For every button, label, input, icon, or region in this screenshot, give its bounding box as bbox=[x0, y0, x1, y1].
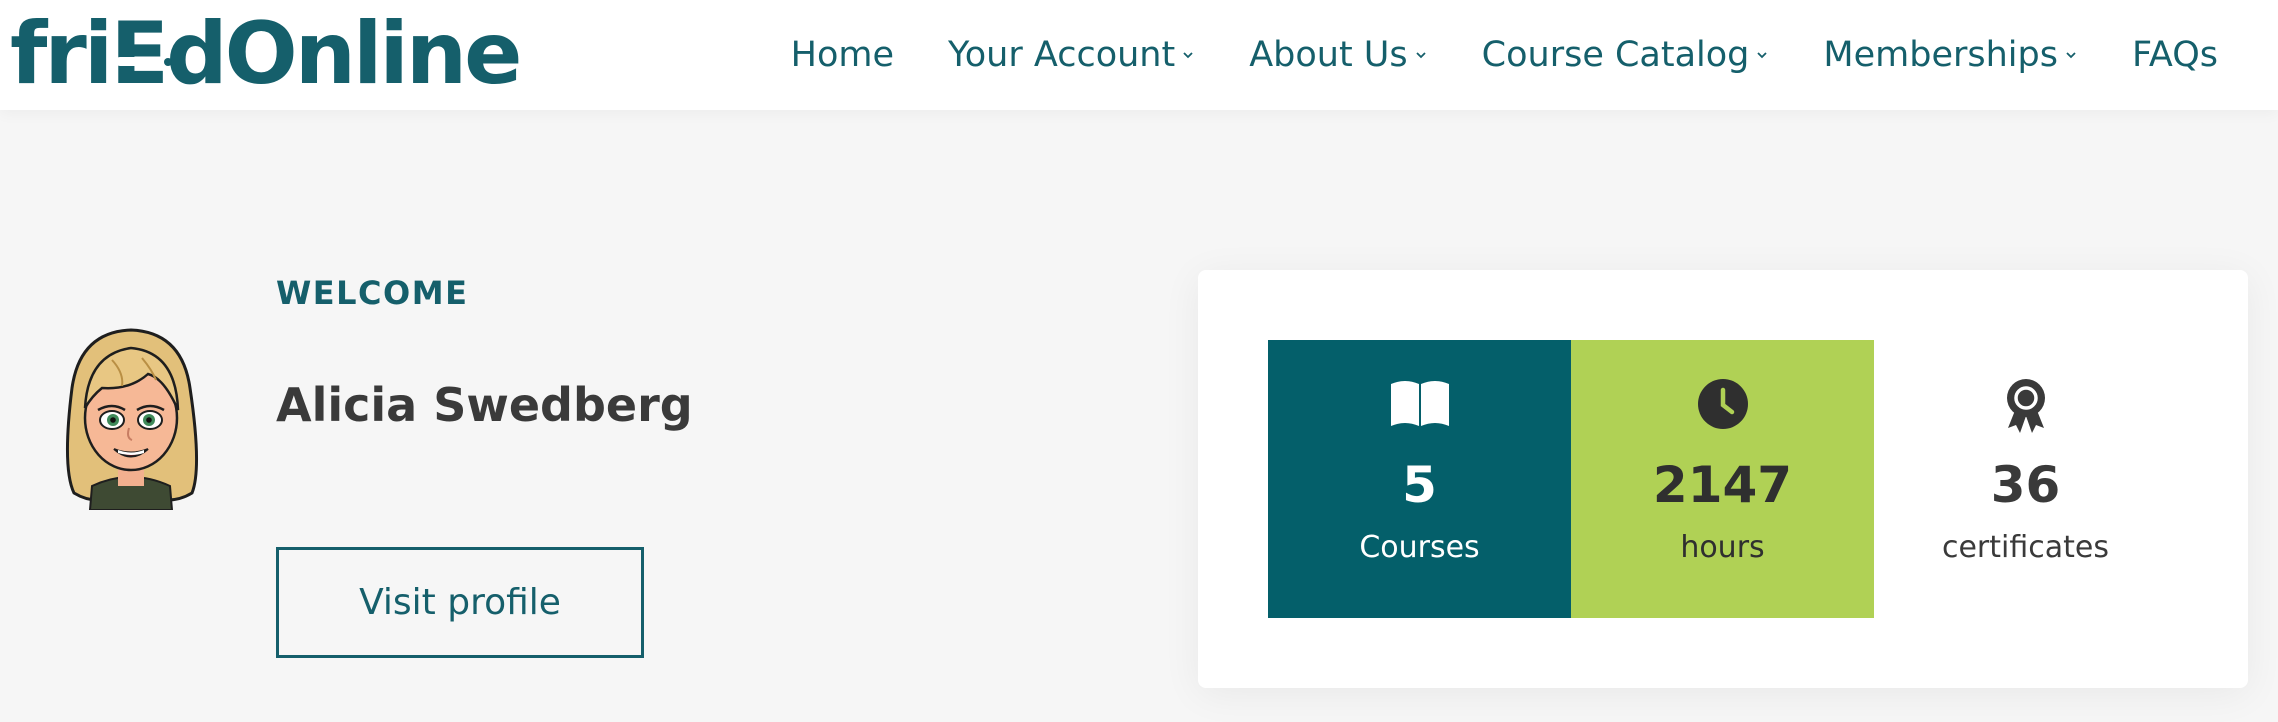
chevron-down-icon bbox=[1183, 52, 1193, 59]
logo-text-end: dOnline bbox=[166, 4, 522, 104]
stat-hours-label: hours bbox=[1680, 530, 1765, 565]
chevron-down-icon bbox=[1757, 52, 1768, 59]
nav-item-label: Course Catalog bbox=[1481, 35, 1750, 75]
site-logo[interactable]: fri E dOnline bbox=[10, 4, 522, 104]
user-name: Alicia Swedberg bbox=[276, 378, 693, 432]
stat-certificates-value: 36 bbox=[1990, 456, 2061, 514]
book-icon bbox=[1388, 378, 1452, 434]
stat-certificates: 36 certificates bbox=[1874, 340, 2177, 618]
user-avatar bbox=[65, 328, 199, 510]
site-header: fri E dOnline Home Your Account About Us… bbox=[0, 0, 2278, 110]
nav-item-course-catalog[interactable]: Course Catalog bbox=[1482, 35, 1770, 75]
clock-icon bbox=[1691, 378, 1755, 434]
visit-profile-button[interactable]: Visit profile bbox=[276, 547, 644, 658]
stat-courses: 5 Courses bbox=[1268, 340, 1571, 618]
award-ribbon-icon bbox=[1994, 378, 2058, 434]
nav-item-label: About Us bbox=[1249, 35, 1408, 75]
stat-hours-value: 2147 bbox=[1652, 456, 1793, 514]
logo-pencil-mark bbox=[116, 57, 173, 66]
stat-certificates-label: certificates bbox=[1941, 530, 2109, 565]
nav-item-memberships[interactable]: Memberships bbox=[1823, 35, 2078, 75]
logo-e-letter: E bbox=[110, 4, 169, 104]
nav-item-label: Your Account bbox=[948, 35, 1176, 75]
stats-card: 5 Courses 2147 hours 36 certificates bbox=[1198, 270, 2248, 688]
chevron-down-icon bbox=[1416, 52, 1426, 59]
logo-e-mark: E bbox=[110, 11, 173, 97]
nav-item-label: FAQs bbox=[2131, 35, 2218, 75]
stat-hours: 2147 hours bbox=[1571, 340, 1874, 618]
nav-item-label: Memberships bbox=[1823, 35, 2058, 75]
nav-item-your-account[interactable]: Your Account bbox=[948, 35, 1195, 75]
logo-text-start: fri bbox=[10, 4, 113, 104]
stat-courses-value: 5 bbox=[1402, 456, 1437, 514]
nav-item-label: Home bbox=[790, 35, 895, 75]
welcome-heading: WELCOME bbox=[276, 274, 469, 312]
main-nav: Home Your Account About Us Course Catalo… bbox=[791, 0, 2218, 110]
nav-item-about-us[interactable]: About Us bbox=[1249, 35, 1427, 75]
chevron-down-icon bbox=[2066, 52, 2076, 59]
nav-item-faqs[interactable]: FAQs bbox=[2132, 35, 2218, 75]
nav-item-home[interactable]: Home bbox=[791, 35, 894, 75]
stat-courses-label: Courses bbox=[1359, 530, 1480, 565]
